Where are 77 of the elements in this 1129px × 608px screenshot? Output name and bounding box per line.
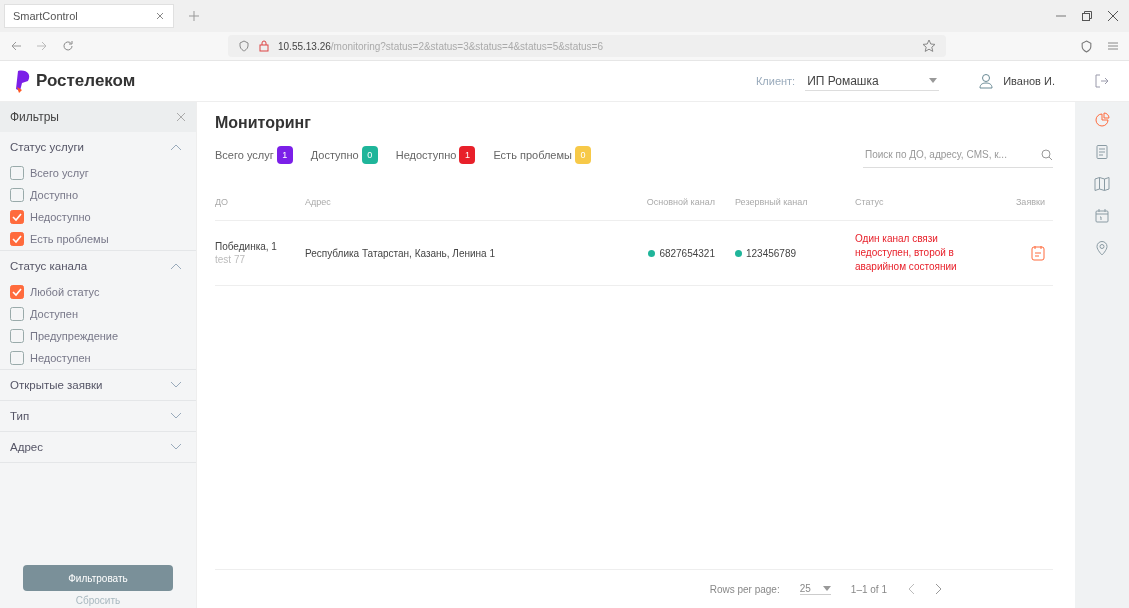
client-select[interactable]: ИП Ромашка (805, 71, 940, 91)
column-header: Основной канал (645, 197, 716, 207)
column-header: Адрес (305, 197, 332, 207)
checkbox-label: Недоступен (30, 352, 91, 364)
counter-label: Всего услуг (215, 149, 274, 161)
client-label: Клиент: (755, 75, 796, 87)
location-pin-icon[interactable] (1094, 240, 1110, 256)
counter-label: Недоступно (395, 149, 457, 161)
count-badge: 0 (574, 146, 591, 164)
checkbox-label: Любой статус (30, 286, 100, 298)
calendar-icon[interactable] (1094, 208, 1110, 224)
logout-icon[interactable] (1095, 74, 1109, 88)
checkbox-label: Предупреждение (30, 330, 119, 342)
column-header: Статус (855, 197, 885, 207)
checkbox[interactable] (10, 307, 24, 321)
previous-icon[interactable] (907, 583, 915, 595)
column-header: Резервный канал (735, 197, 809, 207)
star-icon[interactable] (922, 39, 936, 53)
forward-icon[interactable] (36, 40, 48, 52)
table-cell-text: Один канал связи недоступен, второй в аварийном состоянии (855, 232, 958, 274)
caret-icon (822, 585, 831, 592)
counter-label: Есть проблемы (493, 149, 572, 161)
refresh-icon[interactable] (62, 40, 74, 52)
table-cell: Побединка, 1 (215, 241, 277, 252)
new-tab-icon[interactable] (188, 10, 200, 22)
count-badge: 0 (361, 146, 378, 164)
checkbox-label: Недоступно (30, 211, 91, 223)
column-header: Заявки (1014, 197, 1045, 207)
shield-icon (238, 40, 250, 52)
rows-per-page-select[interactable]: 25 (799, 583, 831, 595)
rows-per-page-label: Rows per page: (709, 583, 780, 595)
back-icon[interactable] (10, 40, 22, 52)
checkbox-label: Есть проблемы (30, 233, 109, 245)
filter-group-header[interactable]: Адрес (0, 432, 196, 462)
document-icon[interactable] (1094, 144, 1110, 160)
checked-checkbox[interactable] (10, 232, 24, 246)
page-range: 1–1 of 1 (850, 583, 887, 595)
logo-text: Ростелеком (36, 71, 136, 91)
filter-group-header[interactable]: Статус услуги (0, 132, 196, 162)
user-icon (979, 73, 994, 89)
restore-icon[interactable] (1081, 10, 1093, 22)
table-cell: 6827654321 (659, 247, 715, 259)
close-icon[interactable] (1107, 10, 1119, 22)
count-badge: 1 (459, 146, 476, 164)
table-cell-text: Республика Татарстан, Казань, Ленина 1 (305, 247, 497, 259)
close-icon[interactable] (155, 11, 165, 21)
pie-chart-icon[interactable] (1094, 112, 1110, 128)
table-cell: 123456789 (746, 247, 797, 259)
checkbox[interactable] (10, 329, 24, 343)
page-title: Мониторинг (215, 114, 312, 132)
counter-label: Доступно (310, 149, 359, 161)
shield-icon[interactable] (1080, 39, 1093, 53)
filter-group-header[interactable]: Открытые заявки (0, 370, 196, 400)
browser-tab[interactable]: SmartControl (4, 4, 174, 28)
search-icon (1041, 148, 1053, 161)
checkbox[interactable] (10, 166, 24, 180)
column-header: ДО (215, 197, 230, 207)
checkbox[interactable] (10, 351, 24, 365)
search-field[interactable]: Поиск по ДО, адресу, CMS, к... (863, 148, 1037, 161)
user-name[interactable]: Иванов И. (1003, 75, 1055, 87)
document-icon[interactable] (1031, 245, 1045, 261)
checkbox-label: Всего услуг (30, 167, 89, 179)
filter-group-header[interactable]: Тип (0, 401, 196, 431)
checkbox[interactable] (10, 188, 24, 202)
lock-icon (258, 40, 270, 52)
menu-icon[interactable] (1107, 40, 1119, 52)
caret-icon (929, 77, 938, 84)
checked-checkbox[interactable] (10, 210, 24, 224)
checkbox-label: Доступно (30, 189, 78, 201)
map-icon[interactable] (1094, 176, 1110, 192)
table-cell: test 77 (215, 254, 246, 265)
filters-title: Фильтры (10, 110, 59, 124)
checked-checkbox[interactable] (10, 285, 24, 299)
checkbox-label: Доступен (30, 308, 78, 320)
count-badge: 1 (276, 146, 293, 164)
filter-group-header[interactable]: Статус канала (0, 251, 196, 281)
next-icon[interactable] (935, 583, 943, 595)
